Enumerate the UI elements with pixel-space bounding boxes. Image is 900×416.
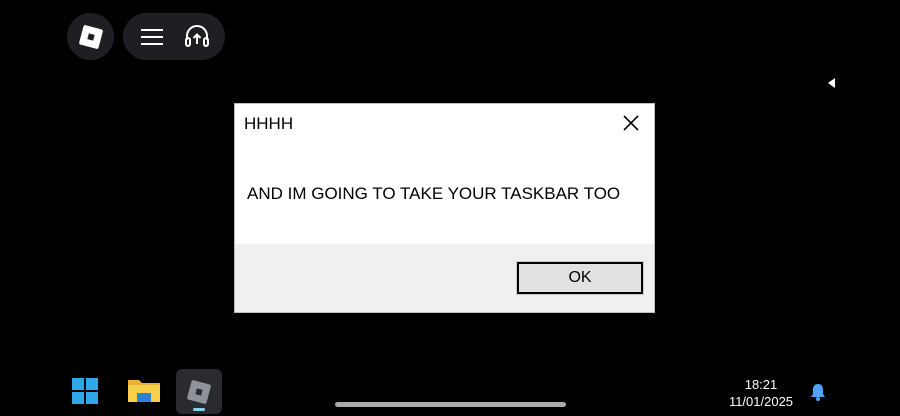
menu-button[interactable] [137, 22, 167, 52]
clock-date: 11/01/2025 [728, 394, 794, 409]
ok-button[interactable]: OK [516, 261, 644, 295]
message-dialog: HHHH AND IM GOING TO TAKE YOUR TASKBAR T… [234, 103, 655, 313]
bell-icon [811, 384, 825, 401]
clock-time: 18:21 [744, 377, 778, 392]
taskbar-clock[interactable]: 18:21 11/01/2025 [718, 376, 804, 410]
notifications-button[interactable] [809, 382, 827, 402]
roblox-menu-button[interactable] [67, 13, 114, 60]
dialog-footer: OK [235, 244, 654, 312]
close-icon [623, 115, 639, 131]
close-button[interactable] [620, 112, 642, 134]
roblox-controls-pill [123, 13, 225, 60]
arrow-left-icon[interactable] [828, 78, 835, 88]
roblox-logo-icon [186, 379, 212, 404]
windows-logo-icon[interactable] [72, 378, 98, 404]
home-indicator[interactable] [335, 402, 566, 407]
voice-chat-button[interactable] [182, 22, 212, 52]
dialog-title: HHHH [244, 114, 294, 133]
dialog-message: AND IM GOING TO TAKE YOUR TASKBAR TOO [247, 184, 621, 203]
headset-icon [184, 24, 209, 47]
file-explorer-button[interactable] [127, 376, 161, 404]
folder-icon [128, 380, 160, 402]
menu-icon [140, 28, 163, 45]
roblox-logo-icon [78, 24, 103, 49]
roblox-taskbar-button[interactable] [176, 369, 222, 414]
active-indicator [193, 408, 205, 411]
